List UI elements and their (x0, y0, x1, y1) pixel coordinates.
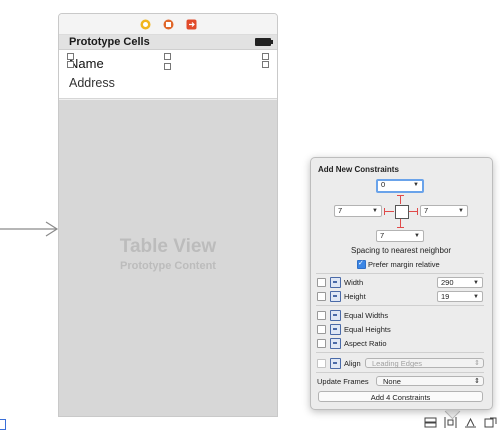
chevron-down-icon: ▼ (458, 208, 464, 214)
table-view-controller-scene[interactable]: Prototype Cells Name Address Table View … (58, 13, 278, 417)
bottom-strut-cap (397, 227, 404, 228)
update-frames-label: Update Frames (317, 377, 369, 386)
stack-icon[interactable] (424, 417, 437, 428)
align-value: Leading Edges (372, 359, 423, 368)
chevron-down-icon: ▼ (413, 182, 419, 188)
divider (316, 352, 484, 353)
equal-widths-label: Equal Widths (344, 311, 389, 320)
top-strut-cap (397, 195, 404, 196)
view-controller-icon[interactable] (140, 19, 151, 30)
divider (316, 273, 484, 274)
spacing-caption: Spacing to nearest neighbor (351, 246, 452, 255)
width-checkbox[interactable] (317, 278, 326, 287)
resize-handle[interactable] (262, 53, 269, 60)
top-spacing-value: 0 (381, 180, 386, 189)
constrained-view-box (395, 205, 409, 219)
resize-handle[interactable] (67, 61, 74, 68)
left-strut-cap (384, 208, 385, 215)
prototype-cell[interactable]: Name Address (59, 50, 277, 99)
prototype-cells-label: Prototype Cells (69, 36, 150, 48)
width-constraint-icon (330, 277, 341, 288)
left-spacing-value: 7 (338, 206, 343, 215)
prototype-cells-header: Prototype Cells (59, 35, 277, 50)
up-down-chevron-icon: ⇕ (474, 378, 480, 385)
resize-handle[interactable] (262, 61, 269, 68)
right-strut-cap (417, 208, 418, 215)
equal-widths-icon (330, 310, 341, 321)
align-popup[interactable]: Leading Edges ⇕ (365, 358, 484, 368)
chevron-down-icon: ▼ (372, 208, 378, 214)
bottom-spacing-value: 7 (380, 231, 385, 240)
top-spacing-field[interactable]: 0 ▼ (376, 179, 424, 193)
top-strut[interactable] (400, 195, 401, 204)
aspect-ratio-label: Aspect Ratio (344, 339, 387, 348)
auto-layout-toolbar (424, 417, 497, 428)
bottom-spacing-field[interactable]: 7 ▼ (376, 230, 424, 242)
height-label: Height (344, 292, 366, 301)
divider (316, 372, 484, 373)
document-outline-toggle-icon[interactable] (0, 419, 6, 430)
equal-heights-icon (330, 324, 341, 335)
right-spacing-value: 7 (424, 206, 429, 215)
align-checkbox[interactable] (317, 359, 326, 368)
cell-subtitle-label[interactable]: Address (69, 75, 267, 91)
update-frames-popup[interactable]: None ⇕ (376, 376, 484, 386)
prefer-margin-checkbox[interactable] (357, 259, 366, 269)
resize-handle[interactable] (67, 53, 74, 60)
equal-widths-checkbox[interactable] (317, 311, 326, 320)
height-constraint-icon (330, 291, 341, 302)
height-checkbox[interactable] (317, 292, 326, 301)
scene-dock (59, 14, 277, 35)
first-responder-icon[interactable] (163, 19, 174, 30)
resize-handle[interactable] (164, 63, 171, 70)
popover-title: Add New Constraints (318, 165, 399, 174)
up-down-chevron-icon: ⇕ (474, 360, 480, 367)
height-value: 19 (441, 292, 450, 301)
right-spacing-field[interactable]: 7 ▼ (420, 205, 468, 217)
equal-heights-checkbox[interactable] (317, 325, 326, 334)
width-value-field[interactable]: 290 ▼ (437, 277, 483, 288)
exit-icon[interactable] (186, 19, 197, 30)
left-spacing-field[interactable]: 7 ▼ (334, 205, 382, 217)
resolve-issues-icon[interactable] (484, 417, 497, 428)
align-label: Align (344, 359, 361, 368)
initial-view-controller-arrow-icon (0, 221, 59, 237)
chevron-down-icon: ▼ (473, 294, 479, 300)
prefer-margin-label: Prefer margin relative (368, 260, 440, 269)
height-value-field[interactable]: 19 ▼ (437, 291, 483, 302)
update-frames-value: None (383, 377, 401, 386)
table-view-subtitle: Prototype Content (120, 260, 216, 272)
aspect-ratio-icon (330, 338, 341, 349)
equal-heights-label: Equal Heights (344, 325, 391, 334)
width-value: 290 (441, 278, 454, 287)
add-constraints-button[interactable]: Add 4 Constraints (318, 391, 483, 402)
left-strut[interactable] (384, 211, 394, 212)
aspect-ratio-checkbox[interactable] (317, 339, 326, 348)
chevron-down-icon: ▼ (414, 233, 420, 239)
battery-icon (255, 38, 273, 46)
resize-handle[interactable] (164, 53, 171, 60)
align-icon[interactable] (444, 417, 457, 428)
chevron-down-icon: ▼ (473, 280, 479, 286)
width-label: Width (344, 278, 364, 287)
table-view-title: Table View (119, 236, 217, 257)
divider (316, 305, 484, 306)
align-constraint-icon (330, 358, 341, 369)
table-view[interactable]: Table View Prototype Content (59, 100, 277, 416)
pin-icon[interactable] (464, 417, 477, 428)
